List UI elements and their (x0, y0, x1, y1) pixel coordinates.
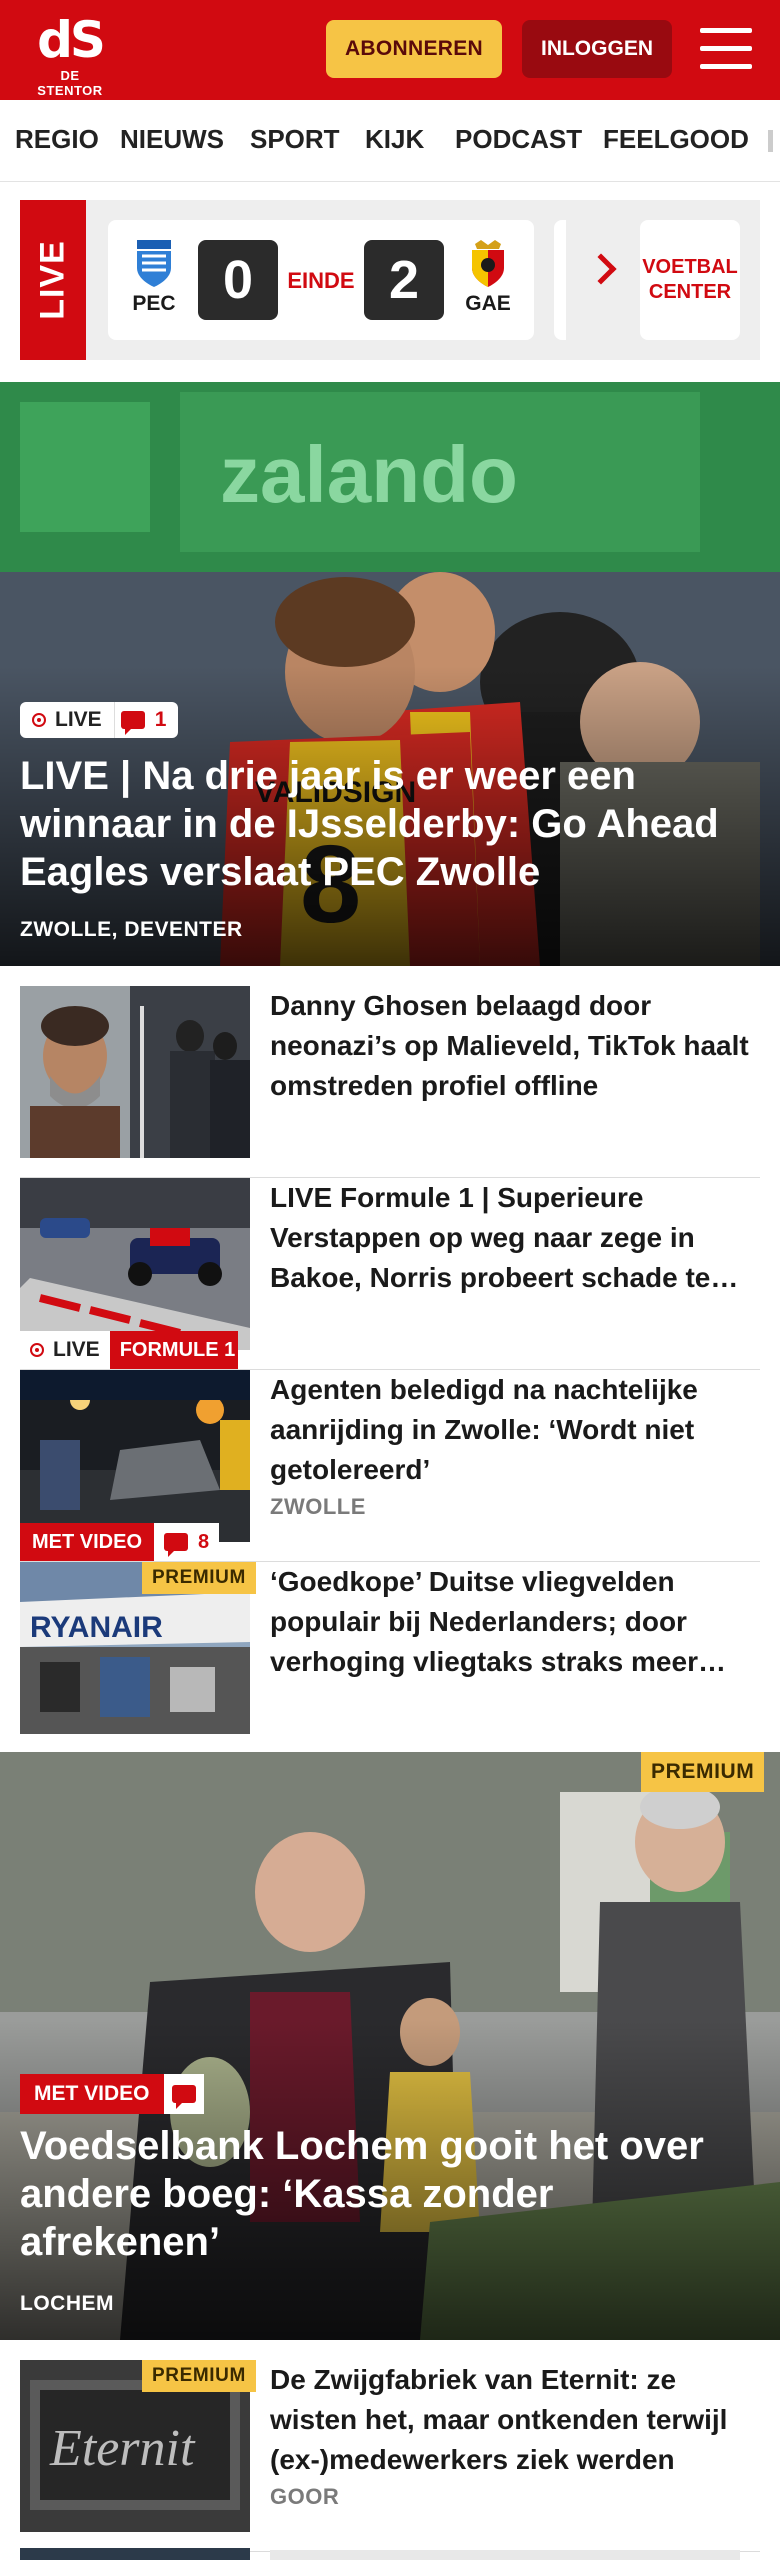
nav-item-nieuws[interactable]: NIEUWS (120, 124, 224, 155)
nav-item-feelgood[interactable]: FEELGOOD (603, 124, 749, 155)
go-ahead-eagles-crest-icon (472, 240, 504, 287)
hero-article[interactable]: zalando VALIDSIGN 8 LIVE 1 LIVE | Na dri… (0, 382, 780, 966)
comment-count-badge[interactable]: 8 (154, 1523, 219, 1561)
feature-article[interactable]: PREMIUM MET VIDEO Voedselbank Lochem goo… (0, 1752, 780, 2340)
article-thumbnail-partial (20, 2548, 250, 2560)
premium-badge: PREMIUM (142, 1562, 256, 1594)
nav-item-sport[interactable]: SPORT (250, 124, 340, 155)
list-item[interactable]: MET VIDEO 8 Agenten beledigd na nachteli… (20, 1370, 760, 1562)
nav-item-podcast[interactable]: PODCAST (455, 124, 582, 155)
live-dot-icon (30, 1343, 44, 1357)
voetbal-center-button[interactable]: VOETBAL CENTER (640, 220, 740, 340)
live-label: LIVE (20, 200, 86, 360)
feature-tags: MET VIDEO (20, 2074, 204, 2114)
premium-badge: PREMIUM (641, 1752, 765, 1792)
article-headline-partial (270, 2550, 740, 2560)
hero-location: ZWOLLE, DEVENTER (20, 918, 243, 941)
category-tag[interactable]: FORMULE 1 (109, 1331, 238, 1369)
svg-text:RYANAIR: RYANAIR (30, 1611, 163, 1644)
main-navigation: REGIO NIEUWS SPORT KIJK PODCAST FEELGOOD (0, 100, 780, 182)
article-headline[interactable]: LIVE Formule 1 | Superieure Verstappen o… (270, 1178, 760, 1298)
list-item[interactable]: Danny Ghosen belaagd door neonazi’s op M… (20, 986, 760, 1178)
list-item[interactable]: Eternit PREMIUM De Zwijgfabriek van Eter… (20, 2360, 760, 2552)
comment-count-badge[interactable]: 1 (113, 702, 179, 738)
article-location: ZWOLLE (270, 1494, 366, 1519)
svg-text:zalando: zalando (220, 430, 518, 519)
article-tags: LIVE FORMULE 1 (20, 1331, 238, 1369)
match-status: EINDE (287, 268, 355, 293)
article-thumbnail (20, 1178, 250, 1350)
site-logo[interactable]: dS DE STENTOR (30, 11, 110, 98)
nav-item-regio[interactable]: REGIO (15, 124, 99, 155)
live-badge: LIVE (20, 702, 114, 738)
feature-headline[interactable]: Voedselbank Lochem gooit het over andere… (20, 2122, 740, 2266)
video-badge: MET VIDEO (20, 1523, 155, 1561)
subscribe-button[interactable]: ABONNEREN (326, 20, 502, 78)
comment-icon (164, 1533, 189, 1557)
logo-subtitle: DE STENTOR (37, 68, 103, 98)
article-thumbnail (20, 1370, 250, 1542)
article-location: GOOR (270, 2484, 340, 2509)
next-match-card-peek[interactable] (554, 220, 566, 340)
live-score-widget: LIVE PEC 0 EINDE 2 GAE VOETBAL CENTER (20, 200, 760, 360)
match-card[interactable]: PEC 0 EINDE 2 GAE (108, 220, 534, 340)
nav-overflow-indicator (768, 130, 773, 152)
nav-item-kijk[interactable]: KIJK (365, 124, 424, 155)
hero-headline[interactable]: LIVE | Na drie jaar is er weer een winna… (20, 752, 750, 896)
logo-mark: dS (37, 11, 106, 69)
svg-text:Eternit: Eternit (49, 2420, 196, 2477)
article-headline[interactable]: De Zwijgfabriek van Eternit: ze wisten h… (270, 2360, 760, 2480)
login-button[interactable]: INLOGGEN (522, 20, 672, 78)
pec-zwolle-crest-icon (137, 240, 171, 287)
article-thumbnail (20, 986, 250, 1158)
comment-icon[interactable] (171, 2085, 196, 2109)
article-tags: MET VIDEO 8 (20, 1523, 220, 1561)
comment-icon (120, 711, 145, 735)
article-headline[interactable]: ‘Goedkope’ Duitse vliegvelden populair b… (270, 1562, 760, 1682)
premium-badge: PREMIUM (142, 2360, 256, 2392)
away-score: 2 (364, 240, 444, 320)
list-item[interactable]: RYANAIR PREMIUM ‘Goedkope’ Duitse vliegv… (20, 1562, 760, 1754)
list-item[interactable]: LIVE FORMULE 1 LIVE Formule 1 | Superieu… (20, 1178, 760, 1370)
article-headline[interactable]: Agenten beledigd na nachtelijke aanrijdi… (270, 1370, 760, 1490)
hamburger-menu-icon[interactable] (700, 28, 752, 70)
away-team-name: GAE (465, 292, 511, 315)
video-badge: MET VIDEO (20, 2074, 164, 2114)
hero-badges: LIVE 1 (20, 702, 179, 738)
feature-location: LOCHEM (20, 2292, 114, 2315)
live-dot-icon (32, 713, 46, 727)
home-team-name: PEC (132, 292, 176, 315)
top-bar: dS DE STENTOR ABONNEREN INLOGGEN (0, 0, 780, 100)
article-headline[interactable]: Danny Ghosen belaagd door neonazi’s op M… (270, 986, 760, 1106)
home-score: 0 (198, 240, 278, 320)
chevron-right-icon[interactable] (585, 253, 617, 285)
